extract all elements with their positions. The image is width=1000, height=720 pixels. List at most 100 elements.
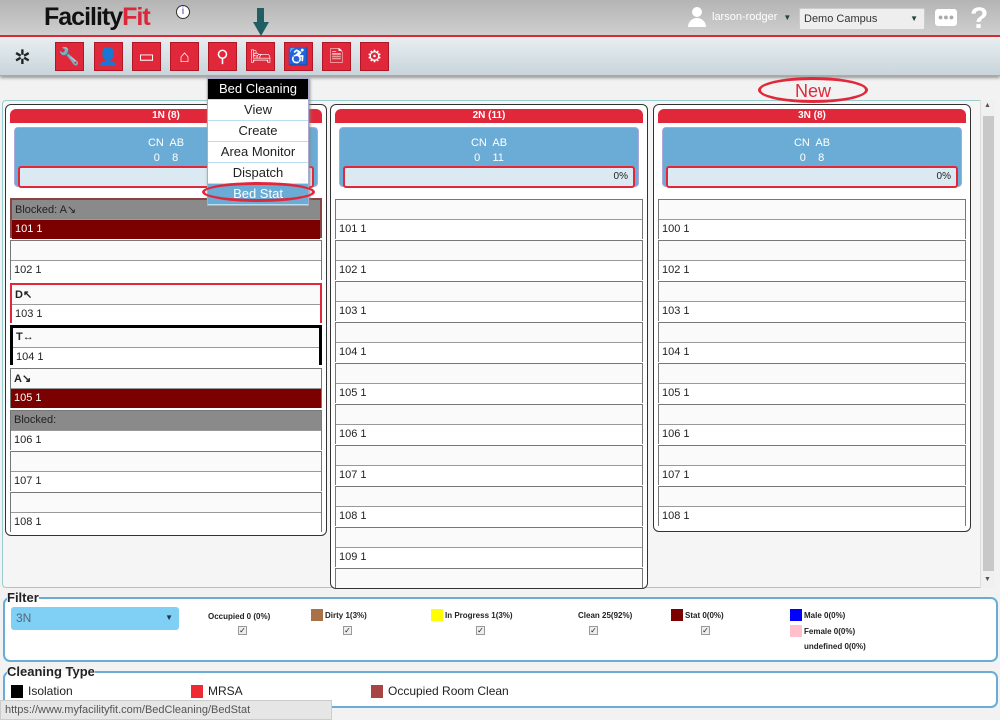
- highlight-ellipse: [202, 182, 315, 202]
- bed-label: 108 1: [659, 507, 965, 526]
- unit-filter-select[interactable]: 3N ▼: [11, 607, 179, 630]
- gears-icon: ⚙: [366, 47, 383, 66]
- unit-column: 2N (11) CN AB 0 11 0% 101 1 102 1 103 1 104 1…: [330, 104, 648, 589]
- user-menu[interactable]: larson-rodger ▼: [688, 7, 791, 27]
- bed-card[interactable]: Blocked: 106 1: [10, 410, 322, 450]
- gender-filter-item: undefined 0(0%): [804, 642, 866, 651]
- bed-label: 102 1: [336, 261, 642, 280]
- bed-label: 107 1: [11, 472, 321, 491]
- bed-card[interactable]: T↔ 104 1: [10, 325, 322, 367]
- bed-card[interactable]: 101 1: [335, 199, 643, 239]
- bed-card[interactable]: 102 1: [10, 240, 322, 280]
- bed-status: D↖: [12, 285, 320, 305]
- color-swatch: [431, 609, 443, 621]
- gender-filter-item: Male 0(0%): [790, 609, 845, 621]
- bed-card[interactable]: 108 1: [335, 486, 643, 526]
- chevron-down-icon: ▼: [165, 613, 173, 622]
- app-header: FacilityFit i larson-rodger ▼ Demo Campus…: [0, 0, 1000, 37]
- menu-item-area-monitor[interactable]: Area Monitor: [208, 142, 308, 163]
- bed-label: 105 1: [336, 384, 642, 403]
- bed-status: [659, 323, 965, 343]
- menu-item-view[interactable]: View: [208, 100, 308, 121]
- bed-label: 105 1: [659, 384, 965, 403]
- compass-icon[interactable]: ✲: [14, 45, 31, 70]
- unit-column: 3N (8) CN AB 0 8 0% 100 1 102 1 103 1 104 1 10…: [653, 104, 971, 532]
- bed-status: [11, 493, 321, 513]
- bed-card[interactable]: 104 1: [658, 322, 966, 362]
- filter-checkbox[interactable]: ✓: [238, 626, 247, 635]
- bed-card[interactable]: 105 1: [335, 363, 643, 403]
- bed-card[interactable]: 106 1: [335, 404, 643, 444]
- bed-card[interactable]: 109 1: [335, 527, 643, 567]
- gender-filter-item: Female 0(0%): [790, 625, 855, 637]
- bed-card[interactable]: 103 1: [658, 281, 966, 321]
- bed-card[interactable]: 108 1: [10, 492, 322, 532]
- filter-checkbox[interactable]: ✓: [589, 626, 598, 635]
- ab-value: 8: [818, 152, 825, 164]
- bed-card[interactable]: 104 1: [335, 322, 643, 362]
- bed-label: 108 1: [336, 507, 642, 526]
- user-button[interactable]: 👤: [94, 42, 123, 71]
- filter-checkbox[interactable]: ✓: [343, 626, 352, 635]
- cleaning-type-label: MRSA: [208, 684, 243, 698]
- unit-title: 2N (11): [335, 109, 643, 123]
- bed-card[interactable]: A↘ 105 1: [10, 368, 322, 408]
- cn-label: CN: [470, 137, 487, 149]
- info-icon[interactable]: i: [176, 5, 190, 19]
- bed-status: [11, 241, 321, 261]
- chevron-down-icon: ▼: [910, 14, 918, 23]
- wrench-icon: 🔧: [58, 47, 81, 66]
- menu-item-create[interactable]: Create: [208, 121, 308, 142]
- bed-status: [659, 200, 965, 220]
- cn-value: 0: [799, 152, 806, 164]
- bed-card[interactable]: D↖ 103 1: [10, 283, 322, 324]
- cleaning-type-item: MRSA: [191, 684, 243, 698]
- bed-label: 104 1: [336, 343, 642, 362]
- bed-card[interactable]: 105 1: [658, 363, 966, 403]
- wrench-button[interactable]: 🔧: [55, 42, 84, 71]
- filter-label: Occupied 0 (0%): [208, 612, 271, 621]
- scrollbar[interactable]: ▲ ▼: [980, 100, 995, 588]
- bed-icon: 🛏: [249, 47, 272, 66]
- search-button[interactable]: ⚲: [208, 42, 237, 71]
- color-swatch: [564, 609, 576, 621]
- wheelchair-button[interactable]: ♿: [284, 42, 313, 71]
- bed-card[interactable]: 107 1: [10, 451, 322, 491]
- facilityfit-logo[interactable]: FacilityFit: [44, 3, 151, 32]
- bed-card[interactable]: 106 1: [658, 404, 966, 444]
- user-icon: 👤: [97, 47, 120, 66]
- bed-card[interactable]: 103 1: [335, 281, 643, 321]
- ab-value: 11: [492, 152, 504, 164]
- bed-status: [659, 487, 965, 507]
- bed-card[interactable]: 108 1: [658, 486, 966, 526]
- cn-label: CN: [147, 137, 164, 149]
- filter-checkbox[interactable]: ✓: [476, 626, 485, 635]
- bed-card[interactable]: 102 1: [658, 240, 966, 280]
- monitor-button[interactable]: ▭: [132, 42, 161, 71]
- bed-status: [336, 364, 642, 384]
- bed-label: 107 1: [659, 466, 965, 485]
- filter-checkbox[interactable]: ✓: [701, 626, 710, 635]
- document-button[interactable]: 🗎: [322, 42, 351, 71]
- bed-card[interactable]: 102 1: [335, 240, 643, 280]
- cleaning-type-label: Isolation: [28, 684, 73, 698]
- chat-icon[interactable]: ●●●: [935, 9, 957, 26]
- gears-button[interactable]: ⚙: [360, 42, 389, 71]
- house-button[interactable]: ⌂: [170, 42, 199, 71]
- bed-button[interactable]: 🛏: [246, 42, 275, 71]
- cn-value: 0: [153, 152, 160, 164]
- unit-summary: CN AB 0 11 0%: [339, 127, 639, 188]
- monitor-icon: ▭: [138, 47, 155, 66]
- bed-label: 101 1: [336, 220, 642, 239]
- menu-item-dispatch[interactable]: Dispatch: [208, 163, 308, 184]
- wheelchair-icon: ♿: [287, 47, 310, 66]
- bed-card[interactable]: 107 1: [335, 445, 643, 485]
- bed-card[interactable]: [335, 568, 643, 588]
- bed-card[interactable]: 100 1: [658, 199, 966, 239]
- bed-status: [336, 282, 642, 302]
- campus-select[interactable]: Demo Campus ▼: [799, 8, 925, 30]
- bed-status: [336, 405, 642, 425]
- help-icon[interactable]: ?: [970, 2, 988, 36]
- bed-label: 100 1: [659, 220, 965, 239]
- bed-card[interactable]: 107 1: [658, 445, 966, 485]
